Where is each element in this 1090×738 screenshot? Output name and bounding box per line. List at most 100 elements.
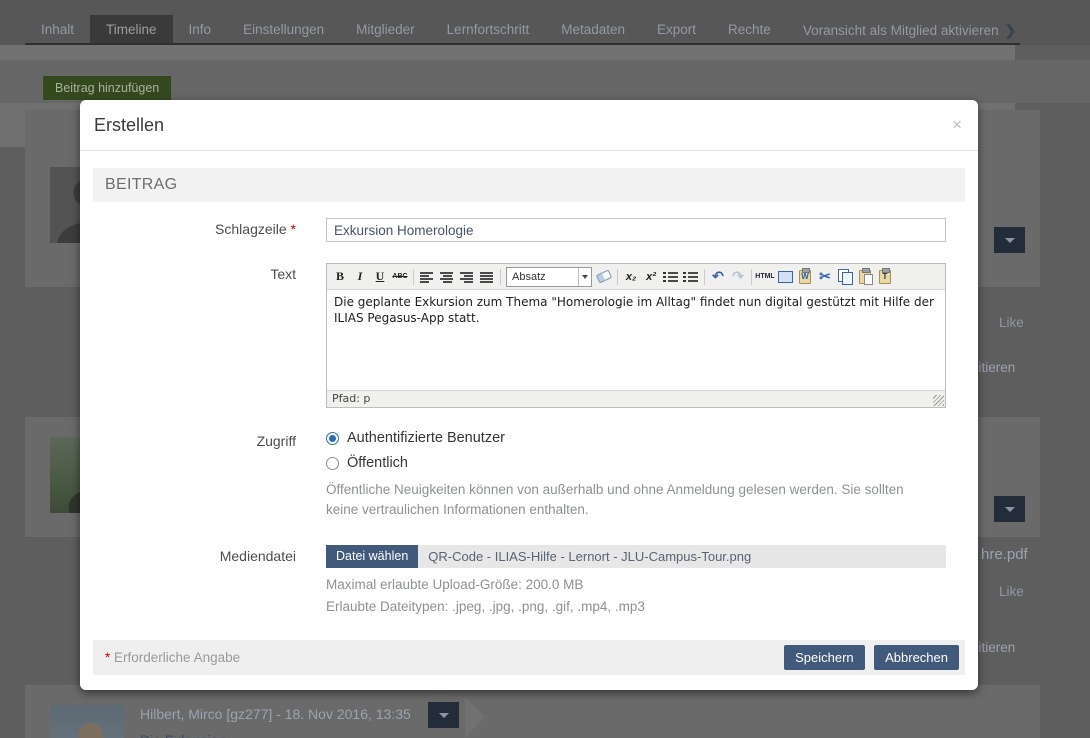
cut-button[interactable]: ✂	[815, 267, 835, 287]
paste-icon	[859, 270, 871, 284]
headline-input[interactable]	[326, 218, 946, 242]
modal-header: Erstellen ×	[80, 100, 978, 151]
toolbar-separator	[751, 269, 752, 285]
tab-info[interactable]: Info	[173, 15, 228, 45]
post-actions-dropdown-button[interactable]	[428, 702, 459, 728]
tab-einstellungen[interactable]: Einstellungen	[227, 15, 340, 45]
avatar	[50, 705, 124, 738]
required-asterisk: *	[291, 221, 296, 237]
toolbar-separator	[617, 269, 618, 285]
timeline-card-arrow	[465, 696, 485, 738]
tab-inhalt[interactable]: Inhalt	[25, 15, 90, 45]
bullet-list-icon	[663, 269, 679, 285]
numbered-list-icon	[683, 269, 699, 285]
copy-button[interactable]	[835, 267, 855, 287]
tab-bar: Inhalt Timeline Info Einstellungen Mitgl…	[0, 0, 1090, 45]
attachment-link[interactable]: hre.pdf	[981, 546, 1028, 563]
visual-aid-icon	[778, 271, 793, 283]
eraser-icon	[596, 269, 612, 283]
editor-statusbar: Pfad: p	[327, 390, 945, 407]
paste-text-letter: T	[880, 271, 890, 283]
access-option-public-label: Öffentlich	[347, 455, 408, 471]
align-justify-icon	[479, 269, 495, 285]
modal-body: BEITRAG Schlagzeile * Text B	[80, 151, 978, 614]
undo-button[interactable]: ↶	[708, 267, 728, 287]
radio-selected-icon[interactable]	[326, 432, 339, 445]
paste-button[interactable]	[855, 267, 875, 287]
tab-metadaten[interactable]: Metadaten	[545, 15, 641, 45]
align-left-button[interactable]	[417, 267, 437, 287]
tab-mitglieder[interactable]: Mitglieder	[340, 15, 431, 45]
tab-rechte[interactable]: Rechte	[712, 15, 787, 45]
align-justify-button[interactable]	[477, 267, 497, 287]
headline-row: Schlagzeile *	[93, 218, 965, 242]
toolbar-separator	[413, 269, 414, 285]
preview-as-member-link[interactable]: Voransicht als Mitglied aktivieren❯	[787, 15, 1027, 45]
media-row: Mediendatei Datei wählen QR-Code - ILIAS…	[93, 545, 965, 614]
bullet-list-button[interactable]	[661, 267, 681, 287]
paste-from-word-button[interactable]: W	[795, 267, 815, 287]
remove-format-button[interactable]	[594, 267, 614, 287]
paragraph-format-select[interactable]: Absatz	[506, 267, 592, 287]
strikethrough-button[interactable]: ABC	[390, 267, 410, 287]
access-help-text: Öffentliche Neuigkeiten können von außer…	[326, 480, 934, 519]
required-note: * Erforderliche Angabe	[105, 650, 240, 665]
like-button[interactable]: Like	[999, 315, 1024, 330]
text-label: Text	[93, 263, 326, 408]
post-text-fragment: Die Exkursion …	[140, 732, 244, 738]
radio-unselected-icon[interactable]	[326, 457, 339, 470]
save-button[interactable]: Speichern	[784, 645, 865, 670]
paste-text-icon: T	[879, 270, 891, 284]
numbered-list-button[interactable]	[681, 267, 701, 287]
html-source-button[interactable]: HTML	[755, 267, 775, 287]
paste-word-letter: W	[800, 271, 810, 283]
copy-icon	[838, 269, 853, 284]
align-center-icon	[439, 269, 455, 285]
access-option-public[interactable]: Öffentlich	[326, 455, 946, 471]
tab-lernfortschritt[interactable]: Lernfortschritt	[431, 15, 546, 45]
post-author-timestamp: Hilbert, Mirco [gz277] - 18. Nov 2016, 1…	[140, 706, 411, 722]
media-label: Mediendatei	[93, 545, 326, 614]
tab-export[interactable]: Export	[641, 15, 712, 45]
visual-aid-button[interactable]	[775, 267, 795, 287]
max-upload-note: Maximal erlaubte Upload-Größe: 200.0 MB	[326, 577, 946, 592]
preview-as-member-label: Voransicht als Mitglied aktivieren	[803, 23, 999, 38]
align-center-button[interactable]	[437, 267, 457, 287]
subscript-button[interactable]: x₂	[621, 267, 641, 287]
editor-content[interactable]: Die geplante Exkursion zum Thema "Homero…	[327, 290, 945, 390]
bold-button[interactable]: B	[330, 267, 350, 287]
format-select-value: Absatz	[512, 271, 546, 283]
tab-underline	[25, 43, 1020, 45]
post-actions-dropdown-button[interactable]	[994, 227, 1025, 253]
redo-button[interactable]: ↷	[728, 267, 748, 287]
modal-footer: * Erforderliche Angabe Speichern Abbrech…	[93, 640, 965, 675]
editor-toolbar: B I U ABC Absatz	[327, 264, 945, 290]
italic-button[interactable]: I	[350, 267, 370, 287]
like-button[interactable]: Like	[999, 584, 1024, 599]
headline-label: Schlagzeile *	[93, 218, 326, 242]
chevron-down-icon	[578, 268, 591, 286]
chosen-filename: QR-Code - ILIAS-Hilfe - Lernort - JLU-Ca…	[418, 545, 946, 568]
form-section-header: BEITRAG	[93, 168, 965, 202]
close-icon[interactable]: ×	[952, 115, 962, 135]
modal-title: Erstellen	[94, 115, 164, 136]
superscript-button[interactable]: x²	[641, 267, 661, 287]
text-row: Text B I U ABC	[93, 263, 965, 408]
file-input[interactable]: Datei wählen QR-Code - ILIAS-Hilfe - Ler…	[326, 545, 946, 568]
add-post-button[interactable]: Beitrag hinzufügen	[43, 76, 171, 100]
page: Inhalt Timeline Info Einstellungen Mitgl…	[0, 0, 1090, 738]
underline-button[interactable]: U	[370, 267, 390, 287]
resize-grip[interactable]	[933, 395, 944, 406]
access-option-authenticated[interactable]: Authentifizierte Benutzer	[326, 430, 946, 446]
choose-file-button[interactable]: Datei wählen	[326, 545, 418, 568]
tab-timeline[interactable]: Timeline	[90, 15, 173, 45]
align-right-button[interactable]	[457, 267, 477, 287]
post-actions-dropdown-button[interactable]	[994, 496, 1025, 522]
access-label: Zugriff	[93, 430, 326, 519]
toolbar-separator	[704, 269, 705, 285]
cancel-button[interactable]: Abbrechen	[874, 645, 959, 670]
paste-as-text-button[interactable]: T	[875, 267, 895, 287]
align-right-icon	[459, 269, 475, 285]
headline-label-text: Schlagzeile	[215, 221, 287, 237]
required-asterisk: *	[105, 650, 110, 665]
